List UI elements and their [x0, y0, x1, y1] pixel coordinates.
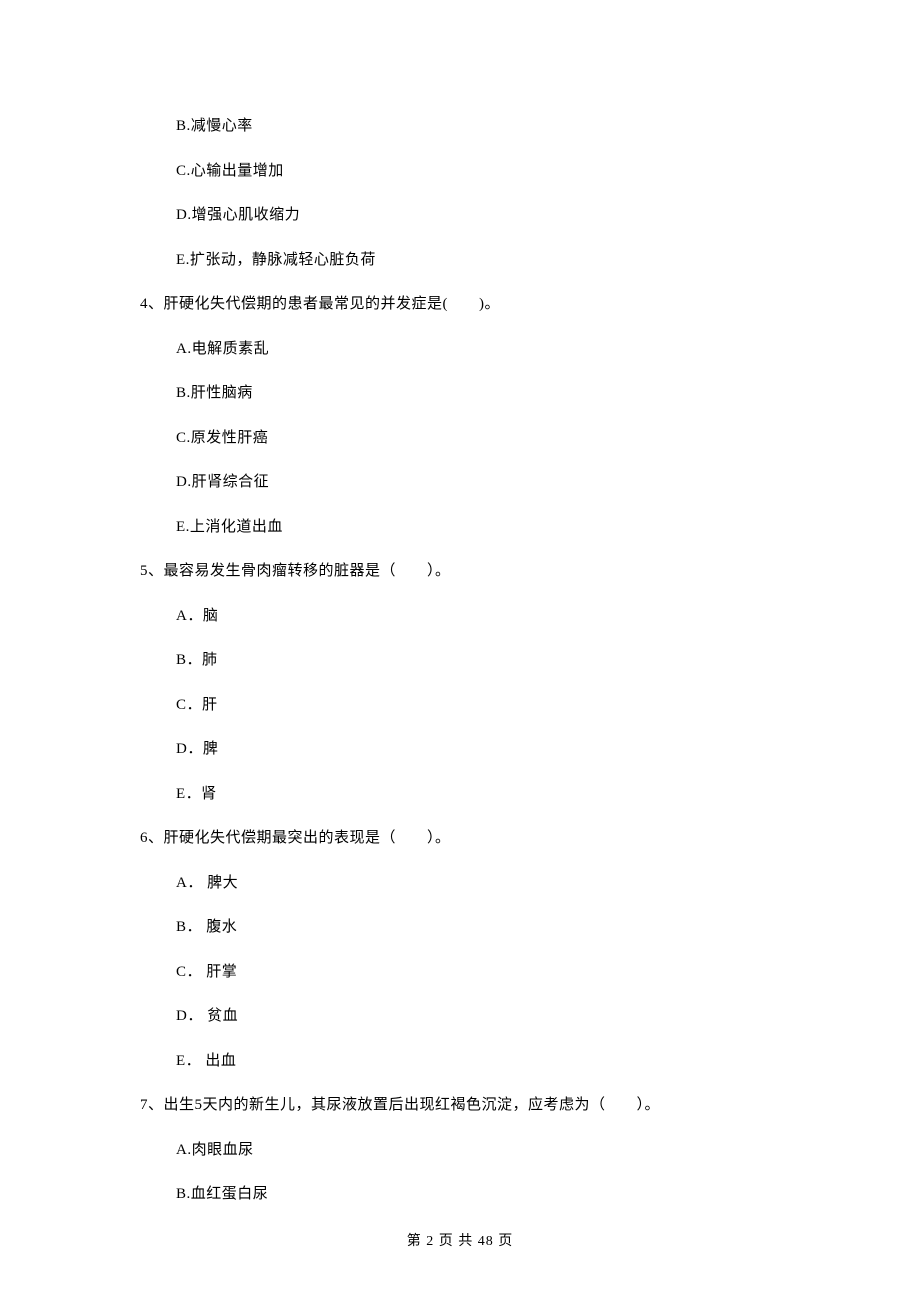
q7-option-a: A.肉眼血尿: [176, 1139, 780, 1162]
q5-option-c: C．肝: [176, 694, 780, 717]
q3-option-d: D.增强心肌收缩力: [176, 204, 780, 227]
q6-stem: 6、肝硬化失代偿期最突出的表现是（ ）。: [140, 827, 780, 850]
q6-option-a: A． 脾大: [176, 872, 780, 895]
q4-stem: 4、肝硬化失代偿期的患者最常见的并发症是( )。: [140, 293, 780, 316]
q3-option-b: B.减慢心率: [176, 115, 780, 138]
q6-option-b: B． 腹水: [176, 916, 780, 939]
q4-option-b: B.肝性脑病: [176, 382, 780, 405]
q4-option-a: A.电解质素乱: [176, 338, 780, 361]
q4-option-e: E.上消化道出血: [176, 516, 780, 539]
q4-option-d: D.肝肾综合征: [176, 471, 780, 494]
q7-stem: 7、出生5天内的新生儿，其尿液放置后出现红褐色沉淀，应考虑为（ ）。: [140, 1094, 780, 1117]
page-footer: 第 2 页 共 48 页: [0, 1231, 920, 1252]
q5-stem: 5、最容易发生骨肉瘤转移的脏器是（ ）。: [140, 560, 780, 583]
q5-option-e: E．肾: [176, 783, 780, 806]
q6-option-e: E． 出血: [176, 1050, 780, 1073]
q7-option-b: B.血红蛋白尿: [176, 1183, 780, 1206]
q5-option-a: A．脑: [176, 605, 780, 628]
q5-option-b: B．肺: [176, 649, 780, 672]
q4-option-c: C.原发性肝癌: [176, 427, 780, 450]
q6-option-c: C． 肝掌: [176, 961, 780, 984]
q6-option-d: D． 贫血: [176, 1005, 780, 1028]
page-content: B.减慢心率 C.心输出量增加 D.增强心肌收缩力 E.扩张动，静脉减轻心脏负荷…: [0, 0, 920, 1206]
q3-option-e: E.扩张动，静脉减轻心脏负荷: [176, 249, 780, 272]
q5-option-d: D．脾: [176, 738, 780, 761]
q3-option-c: C.心输出量增加: [176, 160, 780, 183]
